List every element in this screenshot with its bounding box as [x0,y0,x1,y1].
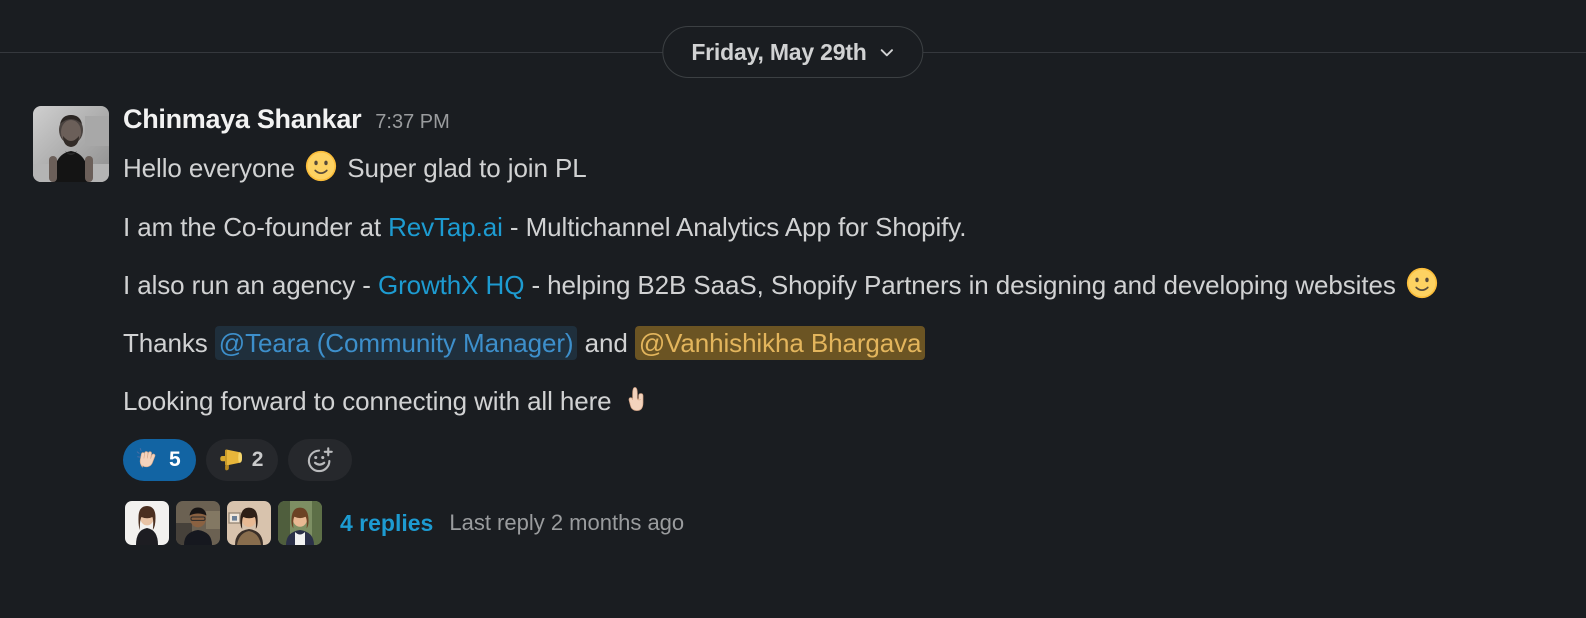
paragraph-1-text-after: Super glad to join PL [347,153,587,183]
paragraph-2-text-after: - Multichannel Analytics App for Shopify… [502,212,967,242]
participant-photo-2 [176,501,220,545]
message-timestamp[interactable]: 7:37 PM [375,111,449,134]
message-header: Chinmaya Shankar 7:37 PM [123,104,1546,140]
paragraph-5-text: Looking forward to connecting with all h… [123,386,619,416]
thread-replies-bar[interactable]: 4 replies Last reply 2 months ago [123,497,692,549]
message-paragraph-5: Looking forward to connecting with all h… [123,379,1543,423]
reaction-count: 5 [169,448,181,471]
message-paragraph-2: I am the Co-founder at RevTap.ai - Multi… [123,205,1543,249]
paragraph-4-text-middle: and [577,328,635,358]
megaphone-emoji [219,449,242,470]
chevron-down-icon [881,48,894,56]
thread-participants [125,501,322,545]
message-body: Chinmaya Shankar 7:37 PM Hello everyone … [123,104,1546,549]
message-paragraph-1: Hello everyone Super glad to join PL [123,146,1543,190]
participant-avatar-4[interactable] [278,501,322,545]
slightly-smiling-face-emoji [306,150,337,182]
participant-photo-1 [125,501,169,545]
growthx-hq-link[interactable]: GrowthX HQ [378,270,524,300]
paragraph-4-text-before: Thanks [123,328,215,358]
participant-avatar-2[interactable] [176,501,220,545]
paragraph-3-text-before: I also run an agency - [123,270,378,300]
message-author[interactable]: Chinmaya Shankar [123,104,362,135]
revtap-link[interactable]: RevTap.ai [388,212,503,242]
participant-avatar-1[interactable] [125,501,169,545]
user-avatar-photo [33,106,109,182]
participant-photo-3 [227,501,271,545]
date-divider-button[interactable]: Friday, May 29th [662,26,924,78]
add-reaction-icon [308,447,334,473]
sign-of-the-horns-emoji [628,387,644,411]
message-paragraph-3: I also run an agency - GrowthX HQ - help… [123,263,1543,307]
paragraph-3-text-after: - helping B2B SaaS, Shopify Partners in … [524,270,1403,300]
thread-last-reply-label: Last reply 2 months ago [449,510,685,535]
slightly-smiling-face-emoji [1406,267,1437,299]
participant-avatar-3[interactable] [227,501,271,545]
date-divider: Friday, May 29th [0,0,1586,104]
waving-hand-emoji [136,447,156,468]
mention-vanhishikha-bhargava[interactable]: @Vanhishikha Bhargava [634,326,926,360]
reaction-megaphone[interactable]: 2 [205,439,279,481]
thread-replies-link[interactable]: 4 replies [340,510,433,537]
paragraph-1-text-before: Hello everyone [123,153,296,183]
add-reaction-button[interactable] [288,439,353,481]
participant-photo-4 [278,501,322,545]
paragraph-2-text-before: I am the Co-founder at [123,212,389,242]
date-divider-label: Friday, May 29th [691,38,867,65]
reaction-count: 2 [251,448,264,471]
message-item: Chinmaya Shankar 7:37 PM Hello everyone … [0,104,1586,549]
reaction-waving-hand[interactable]: 5 [123,439,196,481]
avatar[interactable] [33,106,109,182]
message-paragraph-4: Thanks @Teara (Community Manager) and @V… [123,321,1543,365]
reactions-bar: 5 2 [123,439,1546,481]
mention-teara[interactable]: @Teara (Community Manager) [214,326,578,360]
